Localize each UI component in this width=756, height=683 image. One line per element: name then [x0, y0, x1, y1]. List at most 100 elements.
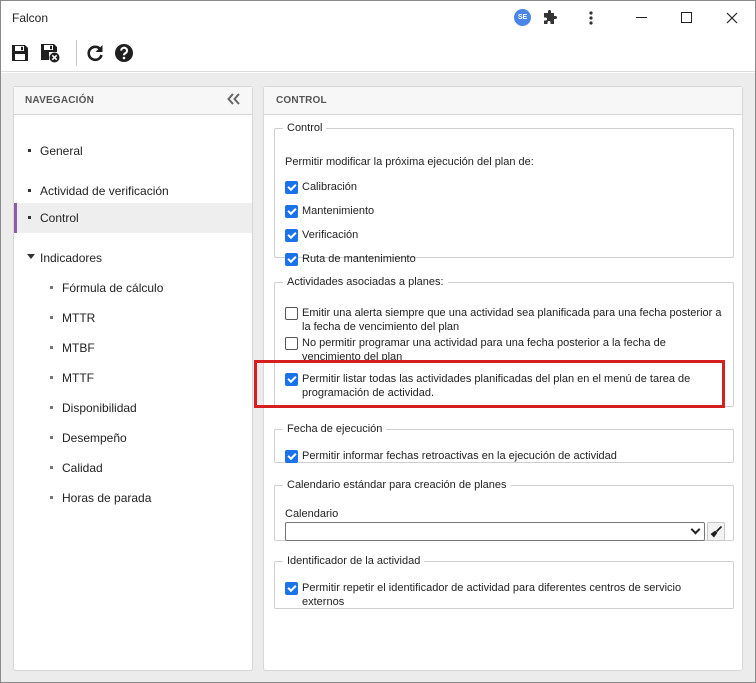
toolbar-separator: [76, 40, 77, 66]
window-title: Falcon: [12, 11, 49, 25]
checkbox-label: Emitir una alerta siempre que una activi…: [302, 307, 722, 333]
bullet-icon: [50, 436, 53, 439]
activities-group: Actividades asociadas a planes: Emitir u…: [274, 276, 734, 407]
checkbox-alert-later-date[interactable]: Emitir una alerta siempre que una activi…: [285, 306, 725, 334]
bullet-icon: [28, 149, 31, 152]
checkbox-checked-icon[interactable]: [285, 450, 298, 463]
save-and-close-icon: [41, 44, 60, 63]
checkbox-unchecked-icon[interactable]: [285, 307, 298, 320]
sidebar-subitem-mttf[interactable]: MTTF: [14, 363, 252, 393]
refresh-icon: [87, 45, 103, 62]
bullet-icon: [50, 406, 53, 409]
maximize-button[interactable]: [663, 1, 709, 34]
close-button[interactable]: [709, 1, 755, 34]
calendar-legend: Calendario estándar para creación de pla…: [287, 479, 507, 491]
caret-down-icon: [27, 254, 35, 259]
clear-calendar-button[interactable]: [707, 522, 725, 541]
bullet-icon: [50, 346, 53, 349]
se-extension-icon[interactable]: SE: [514, 9, 531, 26]
title-bar: Falcon SE: [1, 1, 755, 34]
refresh-button[interactable]: [82, 40, 108, 66]
checkbox-checked-icon[interactable]: [285, 229, 298, 242]
bullet-icon: [28, 216, 31, 219]
save-icon: [12, 45, 28, 61]
checkbox-unchecked-icon[interactable]: [285, 337, 298, 350]
navigation-panel: NAVEGACIÓN General Actividad de verifica…: [13, 86, 253, 671]
execution-date-group: Fecha de ejecución Permitir informar fec…: [274, 423, 734, 463]
sidebar-subitem-downtime-hours[interactable]: Horas de parada: [14, 483, 252, 513]
bullet-icon: [50, 496, 53, 499]
puzzle-icon[interactable]: [541, 9, 559, 27]
checkbox-verification[interactable]: Verificación: [285, 228, 725, 242]
minimize-button[interactable]: [618, 1, 664, 34]
sidebar-subitem-label: MTTF: [62, 371, 94, 385]
sidebar-subitem-mtbf[interactable]: MTBF: [14, 333, 252, 363]
sidebar-subitem-quality[interactable]: Calidad: [14, 453, 252, 483]
sidebar-item-label: Indicadores: [40, 251, 103, 265]
checkbox-label: Ruta de mantenimiento: [302, 253, 416, 265]
help-icon: [115, 44, 133, 62]
checkbox-label: Mantenimiento: [302, 205, 375, 217]
calendar-select[interactable]: [285, 522, 705, 541]
identifier-group: Identificador de la actividad Permitir r…: [274, 555, 734, 609]
sidebar-subitem-availability[interactable]: Disponibilidad: [14, 393, 252, 423]
kebab-menu-icon[interactable]: [582, 9, 600, 27]
bullet-icon: [50, 316, 53, 319]
bullet-icon: [50, 286, 53, 289]
toolbar: [1, 34, 755, 72]
double-chevron-left-icon[interactable]: [227, 92, 241, 110]
sidebar-subitem-performance[interactable]: Desempeño: [14, 423, 252, 453]
checkbox-checked-icon[interactable]: [285, 373, 298, 386]
checkbox-label: Calibración: [302, 181, 358, 193]
checkbox-label: Permitir repetir el identificador de act…: [302, 582, 682, 608]
checkbox-label: Permitir informar fechas retroactivas en…: [302, 450, 617, 462]
checkbox-checked-icon[interactable]: [285, 181, 298, 194]
checkbox-checked-icon[interactable]: [285, 205, 298, 218]
sidebar-subitem-label: Horas de parada: [62, 491, 152, 505]
bullet-icon: [28, 189, 31, 192]
sidebar-item-control[interactable]: Control: [14, 203, 252, 233]
navigation-title: NAVEGACIÓN: [25, 95, 95, 106]
checkbox-maintenance[interactable]: Mantenimiento: [285, 204, 725, 218]
chevron-down-icon: [690, 524, 701, 535]
sidebar-item-label: Actividad de verificación: [40, 184, 169, 198]
sidebar-subitem-label: MTBF: [62, 341, 95, 355]
control-intro-text: Permitir modificar la próxima ejecución …: [285, 156, 534, 168]
execution-date-legend: Fecha de ejecución: [287, 423, 383, 435]
bullet-icon: [50, 466, 53, 469]
app-window: Falcon SE NAVEGACIÓN General Actividad d…: [0, 0, 756, 683]
save-and-close-button[interactable]: [37, 40, 63, 66]
control-panel: CONTROL Control Permitir modificar la pr…: [263, 86, 743, 671]
navigation-header: NAVEGACIÓN: [14, 87, 252, 115]
sidebar-subitem-label: Disponibilidad: [62, 401, 137, 415]
identifier-legend: Identificador de la actividad: [287, 555, 421, 567]
checkbox-label: Permitir listar todas las actividades pl…: [302, 373, 691, 399]
control-title: CONTROL: [276, 95, 327, 106]
sidebar-subitem-mttr[interactable]: MTTR: [14, 303, 252, 333]
help-button[interactable]: [111, 40, 137, 66]
calendar-group: Calendario estándar para creación de pla…: [274, 479, 734, 541]
content-area: NAVEGACIÓN General Actividad de verifica…: [1, 73, 755, 682]
broom-icon: [710, 525, 723, 537]
checkbox-checked-icon[interactable]: [285, 582, 298, 595]
checkbox-calibration[interactable]: Calibración: [285, 180, 725, 194]
checkbox-repeat-identifier[interactable]: Permitir repetir el identificador de act…: [285, 581, 725, 609]
checkbox-list-all-activities[interactable]: Permitir listar todas las actividades pl…: [285, 372, 725, 400]
bullet-icon: [50, 376, 53, 379]
sidebar-item-verification-activity[interactable]: Actividad de verificación: [14, 176, 252, 206]
checkbox-block-later-date[interactable]: No permitir programar una actividad para…: [285, 336, 725, 364]
control-group-legend: Control: [287, 122, 323, 134]
checkbox-retroactive-dates[interactable]: Permitir informar fechas retroactivas en…: [285, 449, 725, 463]
sidebar-item-general[interactable]: General: [14, 136, 252, 166]
sidebar-subitem-label: Desempeño: [62, 431, 127, 445]
checkbox-checked-icon[interactable]: [285, 253, 298, 266]
sidebar-item-label: General: [40, 144, 83, 158]
maximize-icon: [680, 12, 692, 23]
checkbox-label: No permitir programar una actividad para…: [302, 337, 666, 363]
sidebar-subitem-calculation-formula[interactable]: Fórmula de cálculo: [14, 273, 252, 303]
save-button[interactable]: [7, 40, 33, 66]
sidebar-subitem-label: Fórmula de cálculo: [62, 281, 164, 295]
checkbox-maintenance-route[interactable]: Ruta de mantenimiento: [285, 252, 725, 266]
control-header: CONTROL: [264, 87, 742, 115]
sidebar-item-indicators[interactable]: Indicadores: [14, 243, 252, 273]
